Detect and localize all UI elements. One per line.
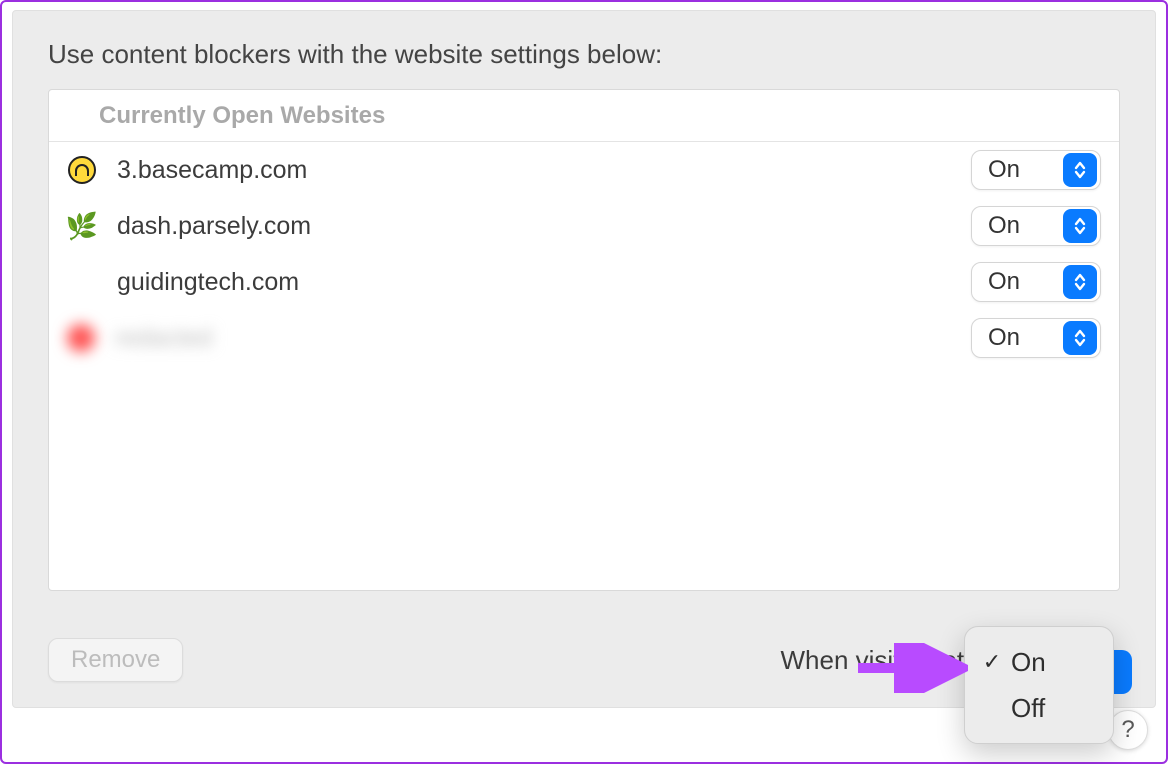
site-setting-dropdown[interactable]: On: [971, 262, 1101, 302]
site-setting-dropdown[interactable]: On: [971, 150, 1101, 190]
website-name: redacted: [115, 324, 971, 353]
popover-option-label: On: [1011, 647, 1046, 678]
dropdown-value: On: [972, 156, 1060, 184]
table-row[interactable]: 🌿 dash.parsely.comOn: [49, 198, 1119, 254]
website-name: guidingtech.com: [117, 268, 971, 297]
favicon-icon: [67, 324, 95, 352]
website-name: 3.basecamp.com: [117, 156, 971, 185]
website-name: dash.parsely.com: [117, 212, 971, 241]
remove-button[interactable]: Remove: [48, 638, 183, 682]
chevron-up-down-icon: [1063, 321, 1097, 355]
table-row[interactable]: 3.basecamp.comOn: [49, 142, 1119, 198]
annotation-arrow-icon: [858, 643, 968, 698]
websites-list-header: Currently Open Websites: [49, 90, 1119, 142]
popover-option-label: Off: [1011, 693, 1045, 724]
checkmark-icon: ✓: [979, 649, 1005, 675]
site-setting-dropdown[interactable]: On: [971, 206, 1101, 246]
other-websites-dropdown[interactable]: [1114, 650, 1132, 694]
favicon-icon: [67, 155, 97, 185]
dropdown-value: On: [972, 212, 1060, 240]
other-websites-popover: ✓On Off: [964, 626, 1114, 744]
site-setting-dropdown[interactable]: On: [971, 318, 1101, 358]
table-row[interactable]: redactedOn: [49, 310, 1119, 366]
favicon-icon: [67, 267, 97, 297]
favicon-icon: 🌿: [67, 211, 97, 241]
chevron-up-down-icon: [1063, 153, 1097, 187]
chevron-up-down-icon: [1063, 265, 1097, 299]
panel-heading: Use content blockers with the website se…: [48, 39, 662, 70]
help-button[interactable]: ?: [1108, 710, 1148, 750]
chevron-up-down-icon: [1063, 209, 1097, 243]
table-row[interactable]: guidingtech.comOn: [49, 254, 1119, 310]
dropdown-value: On: [972, 268, 1060, 296]
websites-list: Currently Open Websites 3.basecamp.comOn…: [48, 89, 1120, 591]
dropdown-value: On: [972, 324, 1060, 352]
popover-option[interactable]: ✓On: [965, 639, 1113, 685]
popover-option[interactable]: Off: [965, 685, 1113, 731]
settings-panel: Use content blockers with the website se…: [12, 10, 1156, 708]
